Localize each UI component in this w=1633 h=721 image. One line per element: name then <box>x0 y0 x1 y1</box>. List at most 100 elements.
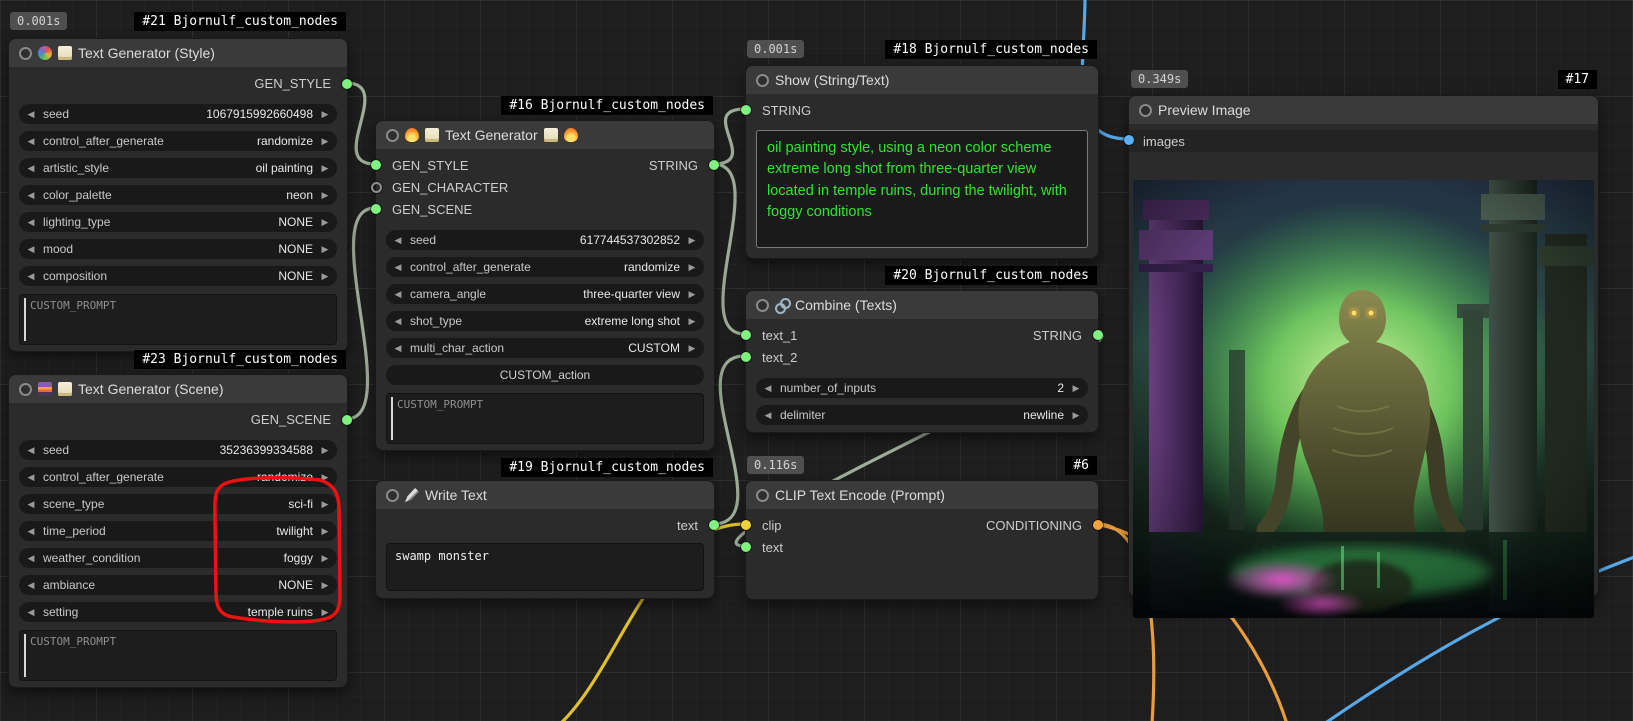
widget-seed[interactable]: seed617744537302852 <box>386 230 704 250</box>
increment-arrow-icon[interactable] <box>320 239 330 259</box>
widget-custom-action[interactable]: CUSTOM_action <box>386 365 704 385</box>
collapse-dot-icon[interactable] <box>386 129 399 142</box>
node-title-bar[interactable]: Text Generator (Scene) <box>9 375 347 403</box>
decrement-arrow-icon[interactable] <box>26 104 36 124</box>
widget-composition[interactable]: compositionNONE <box>19 266 337 286</box>
increment-arrow-icon[interactable] <box>320 494 330 514</box>
decrement-arrow-icon[interactable] <box>26 158 36 178</box>
increment-arrow-icon[interactable] <box>687 311 697 331</box>
node-show-string-text[interactable]: Show (String/Text) STRING oil painting s… <box>745 65 1099 259</box>
decrement-arrow-icon[interactable] <box>26 185 36 205</box>
widget-shot-type[interactable]: shot_typeextreme long shot <box>386 311 704 331</box>
increment-arrow-icon[interactable] <box>687 338 697 358</box>
node-graph-canvas[interactable]: 0.001s #21 Bjornulf_custom_nodes Text Ge… <box>0 0 1633 721</box>
show-text-display[interactable]: oil painting style, using a neon color s… <box>756 130 1088 248</box>
decrement-arrow-icon[interactable] <box>26 521 36 541</box>
output-dot-gen-scene[interactable] <box>342 415 352 425</box>
increment-arrow-icon[interactable] <box>320 602 330 622</box>
increment-arrow-icon[interactable] <box>320 104 330 124</box>
collapse-dot-icon[interactable] <box>19 47 32 60</box>
widget-mood[interactable]: moodNONE <box>19 239 337 259</box>
decrement-arrow-icon[interactable] <box>26 131 36 151</box>
decrement-arrow-icon[interactable] <box>763 378 773 398</box>
increment-arrow-icon[interactable] <box>320 575 330 595</box>
widget-number-of-inputs[interactable]: number_of_inputs2 <box>756 378 1088 398</box>
increment-arrow-icon[interactable] <box>320 131 330 151</box>
widget-lighting-type[interactable]: lighting_typeNONE <box>19 212 337 232</box>
node-title-bar[interactable]: Write Text <box>376 481 714 509</box>
custom-prompt-textarea[interactable]: CUSTOM_PROMPT <box>19 294 337 345</box>
node-title-bar[interactable]: Preview Image <box>1129 96 1598 124</box>
increment-arrow-icon[interactable] <box>687 230 697 250</box>
decrement-arrow-icon[interactable] <box>26 467 36 487</box>
node-text-generator-scene[interactable]: Text Generator (Scene) GEN_SCENE seed352… <box>8 374 348 688</box>
decrement-arrow-icon[interactable] <box>26 602 36 622</box>
increment-arrow-icon[interactable] <box>320 521 330 541</box>
output-dot-conditioning[interactable] <box>1093 520 1103 530</box>
node-title-bar[interactable]: Text Generator <box>376 121 714 149</box>
increment-arrow-icon[interactable] <box>1071 378 1081 398</box>
node-title-bar[interactable]: Text Generator (Style) <box>9 39 347 67</box>
increment-arrow-icon[interactable] <box>320 266 330 286</box>
node-preview-image[interactable]: Preview Image images <box>1128 95 1599 597</box>
decrement-arrow-icon[interactable] <box>26 266 36 286</box>
input-dot-text[interactable] <box>741 542 751 552</box>
node-write-text[interactable]: Write Text text swamp monster <box>375 480 715 599</box>
widget-scene-type[interactable]: scene_typesci-fi <box>19 494 337 514</box>
decrement-arrow-icon[interactable] <box>393 257 403 277</box>
widget-ambiance[interactable]: ambianceNONE <box>19 575 337 595</box>
node-text-generator-style[interactable]: Text Generator (Style) GEN_STYLE seed106… <box>8 38 348 352</box>
input-dot-images[interactable] <box>1124 135 1134 145</box>
widget-seed[interactable]: seed35236399334588 <box>19 440 337 460</box>
widget-multi-char-action[interactable]: multi_char_actionCUSTOM <box>386 338 704 358</box>
decrement-arrow-icon[interactable] <box>393 284 403 304</box>
increment-arrow-icon[interactable] <box>320 467 330 487</box>
increment-arrow-icon[interactable] <box>1071 405 1081 425</box>
input-dot-gen-character[interactable] <box>371 182 382 193</box>
decrement-arrow-icon[interactable] <box>26 494 36 514</box>
input-dot-gen-style[interactable] <box>371 160 381 170</box>
increment-arrow-icon[interactable] <box>687 257 697 277</box>
node-combine-texts[interactable]: Combine (Texts) text_1STRING text_2 numb… <box>745 290 1099 433</box>
widget-control-after-generate[interactable]: control_after_generaterandomize <box>386 257 704 277</box>
input-dot-gen-scene[interactable] <box>371 204 381 214</box>
decrement-arrow-icon[interactable] <box>26 212 36 232</box>
input-dot-string[interactable] <box>741 105 751 115</box>
increment-arrow-icon[interactable] <box>320 185 330 205</box>
output-dot-string[interactable] <box>709 160 719 170</box>
node-clip-text-encode[interactable]: CLIP Text Encode (Prompt) clipCONDITIONI… <box>745 480 1099 600</box>
decrement-arrow-icon[interactable] <box>26 239 36 259</box>
decrement-arrow-icon[interactable] <box>26 548 36 568</box>
collapse-dot-icon[interactable] <box>756 489 769 502</box>
widget-camera-angle[interactable]: camera_anglethree-quarter view <box>386 284 704 304</box>
widget-setting[interactable]: settingtemple ruins <box>19 602 337 622</box>
widget-artistic-style[interactable]: artistic_styleoil painting <box>19 158 337 178</box>
collapse-dot-icon[interactable] <box>756 74 769 87</box>
decrement-arrow-icon[interactable] <box>393 311 403 331</box>
widget-control-after-generate[interactable]: control_after_generaterandomize <box>19 467 337 487</box>
decrement-arrow-icon[interactable] <box>393 338 403 358</box>
widget-delimiter[interactable]: delimiternewline <box>756 405 1088 425</box>
decrement-arrow-icon[interactable] <box>26 440 36 460</box>
write-text-textarea[interactable]: swamp monster <box>386 543 704 591</box>
output-dot-string[interactable] <box>1093 330 1103 340</box>
increment-arrow-icon[interactable] <box>320 158 330 178</box>
input-dot-text-1[interactable] <box>741 330 751 340</box>
increment-arrow-icon[interactable] <box>687 284 697 304</box>
collapse-dot-icon[interactable] <box>19 383 32 396</box>
widget-weather-condition[interactable]: weather_conditionfoggy <box>19 548 337 568</box>
increment-arrow-icon[interactable] <box>320 548 330 568</box>
decrement-arrow-icon[interactable] <box>763 405 773 425</box>
custom-prompt-textarea[interactable]: CUSTOM_PROMPT <box>386 393 704 444</box>
decrement-arrow-icon[interactable] <box>26 575 36 595</box>
output-dot-gen-style[interactable] <box>342 79 352 89</box>
input-dot-text-2[interactable] <box>741 352 751 362</box>
increment-arrow-icon[interactable] <box>320 212 330 232</box>
widget-control-after-generate[interactable]: control_after_generaterandomize <box>19 131 337 151</box>
widget-time-period[interactable]: time_periodtwilight <box>19 521 337 541</box>
collapse-dot-icon[interactable] <box>1139 104 1152 117</box>
node-text-generator[interactable]: Text Generator GEN_STYLESTRING GEN_CHARA… <box>375 120 715 451</box>
decrement-arrow-icon[interactable] <box>393 230 403 250</box>
node-title-bar[interactable]: CLIP Text Encode (Prompt) <box>746 481 1098 509</box>
collapse-dot-icon[interactable] <box>386 489 399 502</box>
